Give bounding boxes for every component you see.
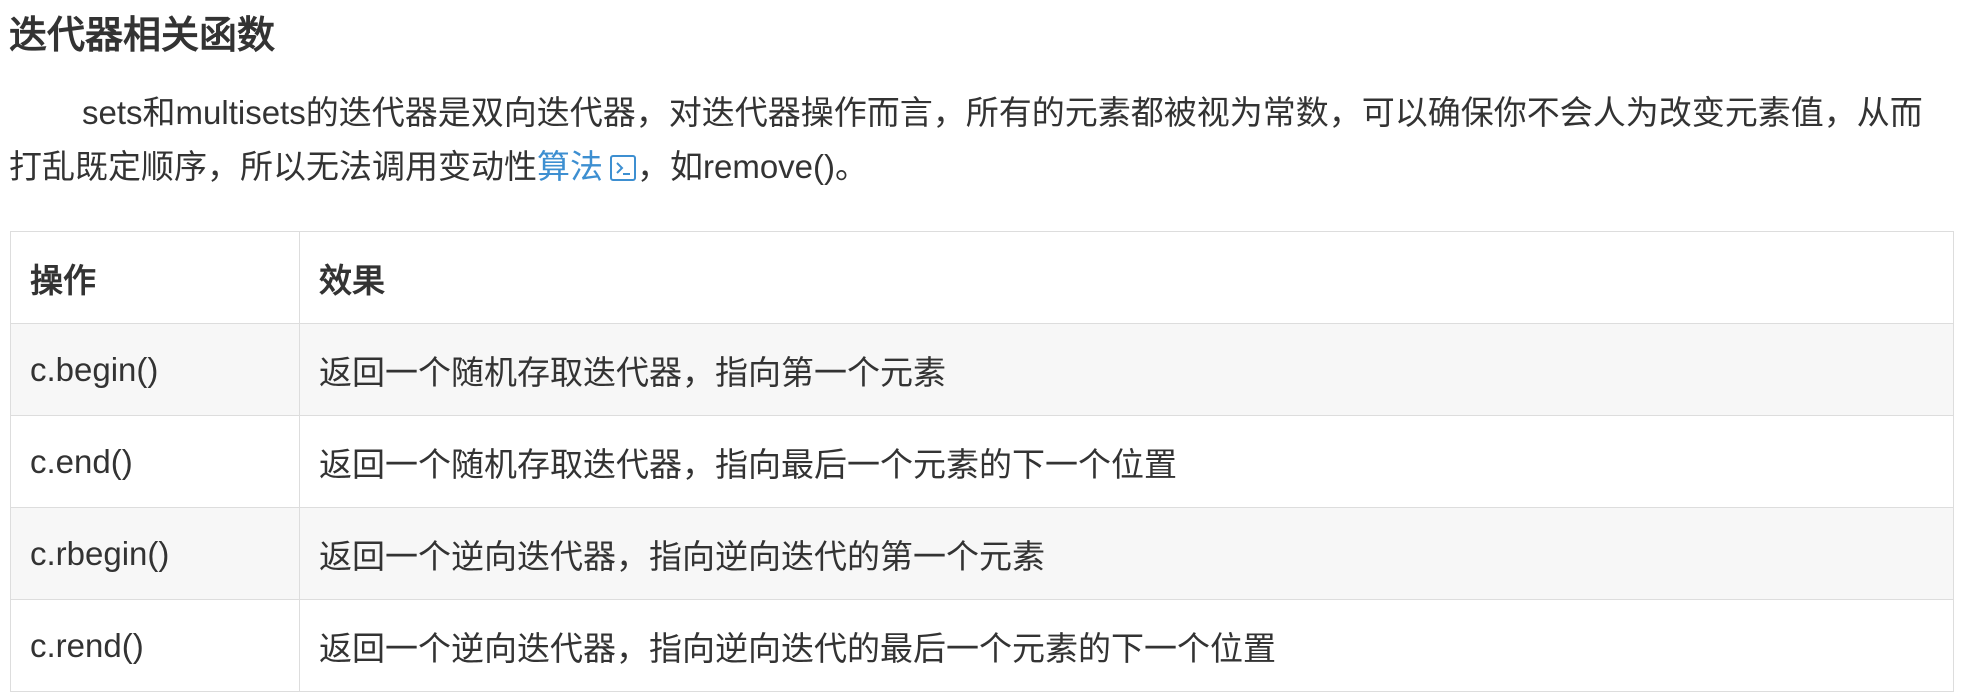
operation-cell: c.end(): [10, 415, 300, 508]
table-row: c.begin() 返回一个随机存取迭代器，指向第一个元素: [10, 323, 1954, 416]
table-row: c.end() 返回一个随机存取迭代器，指向最后一个元素的下一个位置: [10, 415, 1954, 508]
paragraph-text-before: sets和multisets的迭代器是双向迭代器，对迭代器操作而言，所有的元素都…: [9, 94, 1923, 185]
effect-cell: 返回一个随机存取迭代器，指向最后一个元素的下一个位置: [299, 415, 1954, 508]
operation-cell: c.begin(): [10, 323, 300, 416]
iterator-functions-table: 操作 效果 c.begin() 返回一个随机存取迭代器，指向第一个元素 c.en…: [10, 231, 1954, 692]
section-heading: 迭代器相关函数: [9, 15, 276, 57]
article-section: 迭代器相关函数 sets和multisets的迭代器是双向迭代器，对迭代器操作而…: [0, 0, 1976, 698]
header-effect: 效果: [299, 231, 1954, 324]
operation-cell: c.rbegin(): [10, 507, 300, 600]
table-row: c.rbegin() 返回一个逆向迭代器，指向逆向迭代的第一个元素: [10, 507, 1954, 600]
external-link-icon[interactable]: [609, 154, 637, 182]
effect-cell: 返回一个逆向迭代器，指向逆向迭代的最后一个元素的下一个位置: [299, 599, 1954, 692]
header-operation: 操作: [10, 231, 300, 324]
table-header-row: 操作 效果: [10, 231, 1954, 324]
effect-cell: 返回一个逆向迭代器，指向逆向迭代的第一个元素: [299, 507, 1954, 600]
table-row: c.rend() 返回一个逆向迭代器，指向逆向迭代的最后一个元素的下一个位置: [10, 599, 1954, 692]
operation-cell: c.rend(): [10, 599, 300, 692]
algorithm-link-text[interactable]: 算法: [537, 148, 603, 185]
description-paragraph: sets和multisets的迭代器是双向迭代器，对迭代器操作而言，所有的元素都…: [9, 86, 1954, 194]
effect-cell: 返回一个随机存取迭代器，指向第一个元素: [299, 323, 1954, 416]
paragraph-text-after: ，如remove()。: [637, 148, 869, 185]
algorithm-link[interactable]: 算法: [537, 148, 637, 185]
